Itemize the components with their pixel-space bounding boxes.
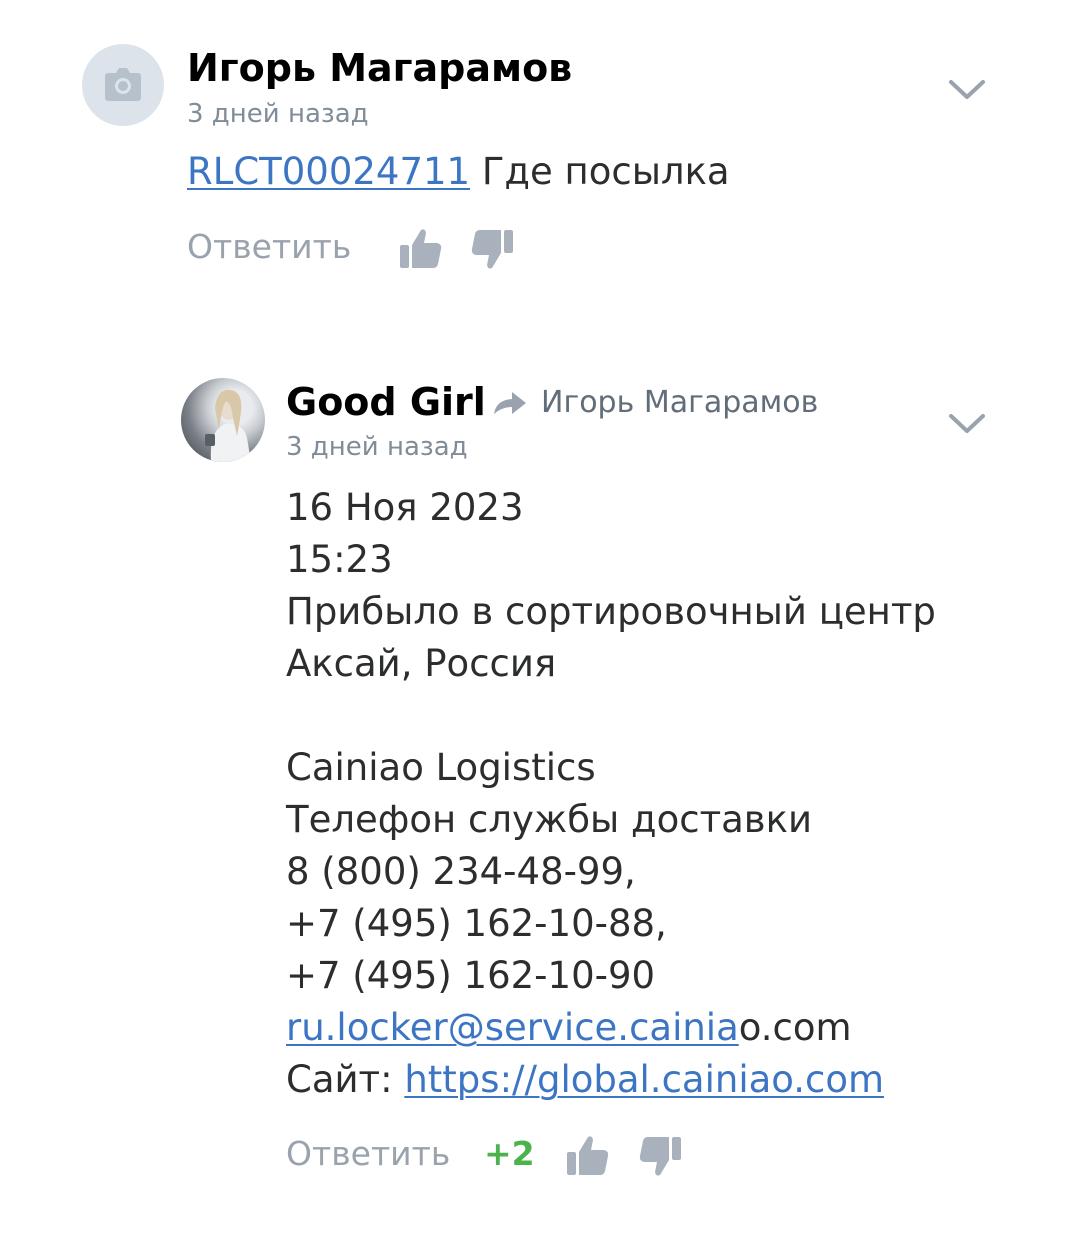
comment-line: Cainiao Logistics (286, 746, 596, 789)
comment-line: Прибыло в сортировочный центр (286, 590, 936, 633)
comment-line: Аксай, Россия (286, 642, 557, 685)
comment-line: 15:23 (286, 538, 393, 581)
comment-timestamp[interactable]: 3 дней назад (286, 432, 468, 462)
comment-line: Сайт: https://global.cainiao.com (286, 1054, 936, 1106)
avatar[interactable] (181, 378, 265, 462)
comment-text: RLCT00024711 Где посылка (187, 150, 730, 193)
comment-line: +7 (495) 162-10-90 (286, 954, 656, 997)
reply-button[interactable]: Ответить (187, 227, 351, 266)
site-label: Сайт: (286, 1058, 405, 1101)
comment-line: 16 Ноя 2023 (286, 486, 524, 529)
reply-arrow-icon (494, 392, 526, 414)
thumbs-up-icon[interactable] (565, 1133, 611, 1179)
tracking-link[interactable]: RLCT00024711 (187, 150, 470, 193)
thumbs-up-icon[interactable] (398, 226, 444, 272)
avatar[interactable] (82, 44, 164, 126)
rating-count: +2 (484, 1134, 535, 1173)
chevron-down-icon[interactable] (948, 411, 986, 437)
comment-text: 16 Ноя 2023 15:23 Прибыло в сортировочны… (286, 482, 936, 1106)
email-tail: o.com (738, 1006, 852, 1049)
reply-button[interactable]: Ответить (286, 1134, 450, 1173)
thumbs-down-icon[interactable] (637, 1133, 683, 1179)
comment-line: ru.locker@service.cainiao.com (286, 1002, 936, 1054)
comment-author[interactable]: Игорь Магарамов (187, 46, 572, 90)
chevron-down-icon[interactable] (948, 77, 986, 103)
site-link[interactable]: https://global.cainiao.com (404, 1058, 884, 1101)
comment-line: 8 (800) 234-48-99, (286, 850, 636, 893)
email-link[interactable]: ru.locker@service.cainia (286, 1006, 739, 1049)
thumbs-down-icon[interactable] (469, 226, 515, 272)
comment-message: Где посылка (481, 150, 730, 193)
reply-to-author[interactable]: Игорь Магарамов (541, 385, 818, 420)
comment-line: +7 (495) 162-10-88, (286, 902, 667, 945)
comment-author[interactable]: Good Girl (286, 380, 486, 424)
camera-icon (105, 68, 141, 101)
avatar-photo (205, 389, 251, 462)
comment-line: Телефон службы доставки (286, 798, 813, 841)
comment-timestamp[interactable]: 3 дней назад (187, 99, 369, 129)
